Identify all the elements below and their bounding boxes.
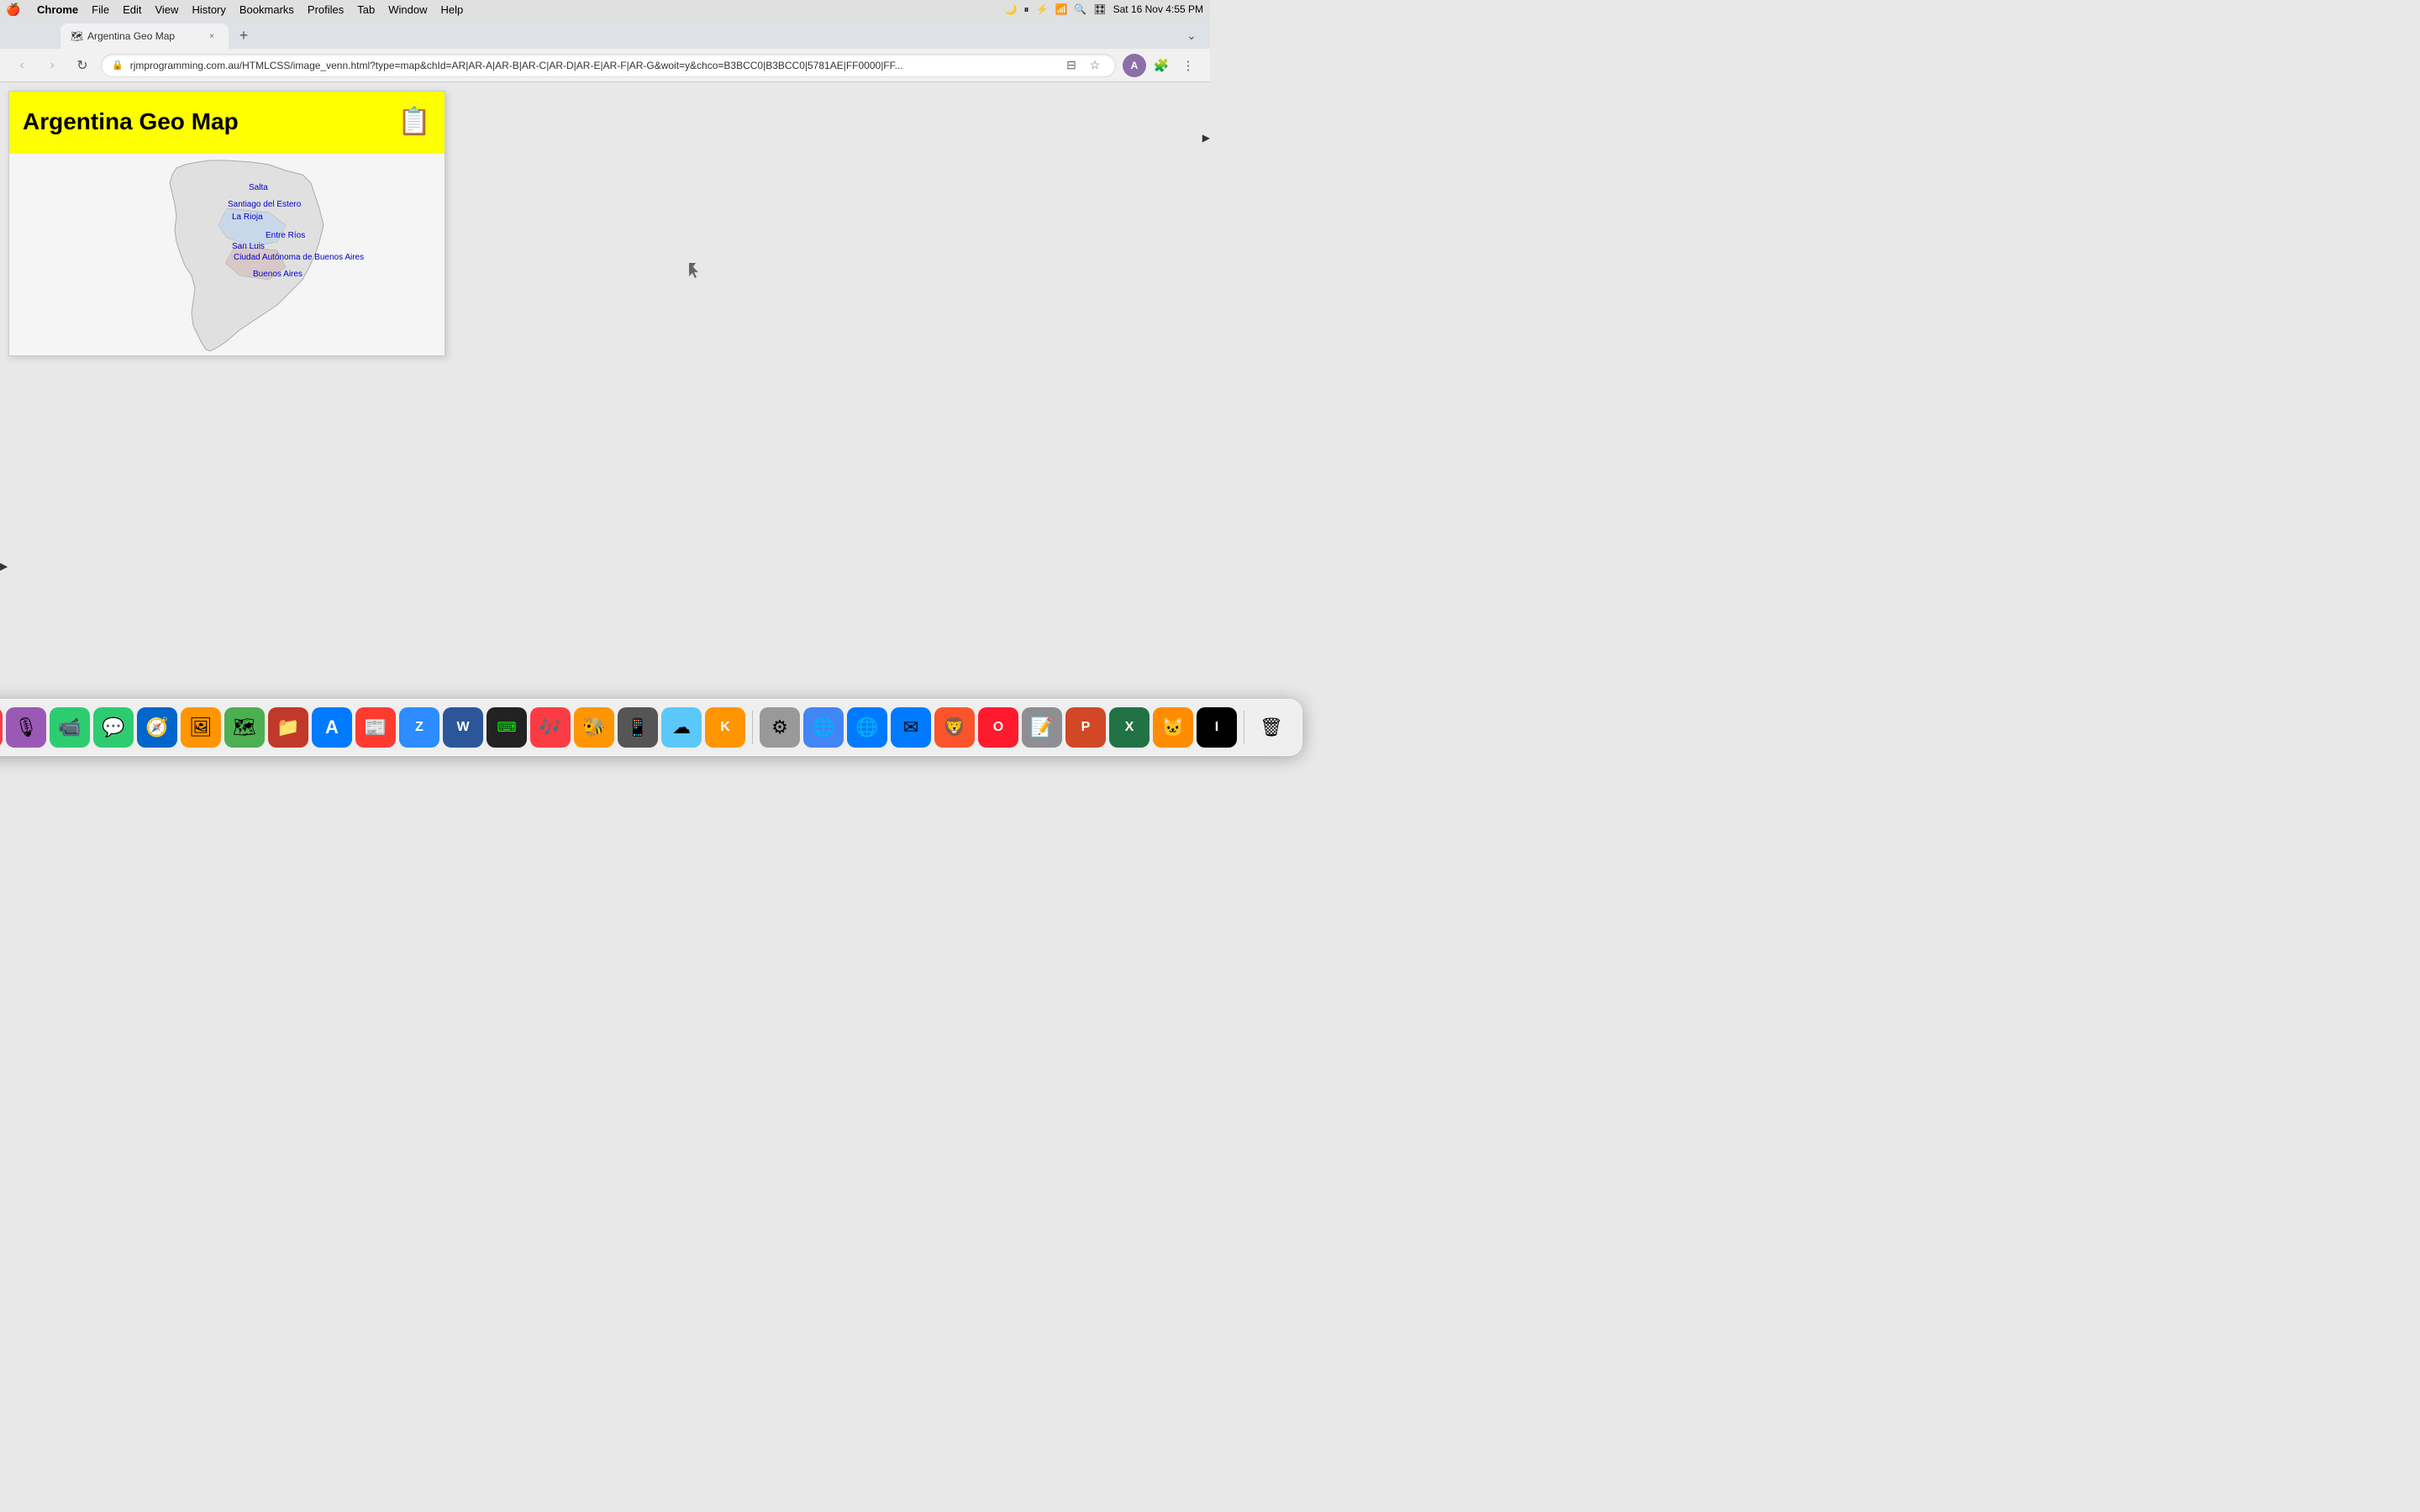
menubar: 🍎 Chrome File Edit View History Bookmark… [0, 0, 1210, 18]
dock-appstore[interactable]: A [312, 707, 352, 748]
chrome-window: 🗺 Argentina Geo Map × + ⌄ ‹ › ↻ 🔒 rjmpro… [0, 18, 1210, 756]
dock-filezilla[interactable]: 📁 [268, 707, 308, 748]
back-button[interactable]: ‹ [10, 54, 34, 77]
dock-photos[interactable]: 🖼 [181, 707, 221, 748]
dock: 🗂 🎵 🎙 📹 💬 🧭 🖼 🗺 📁 A 📰 Z W ⌨ 🎶 🐝 📱 ☁ K ⚙ … [0, 699, 1302, 756]
menu-history[interactable]: History [185, 0, 232, 18]
dock-itunes[interactable]: 🎶 [530, 707, 571, 748]
menu-bookmarks[interactable]: Bookmarks [233, 0, 301, 18]
url-actions: ⊟ ☆ [1061, 55, 1105, 76]
dock-safari[interactable]: 🧭 [137, 707, 177, 748]
dock-podcasts[interactable]: 🎙 [6, 707, 46, 748]
page-header: Argentina Geo Map 📋 [9, 92, 445, 154]
map-label-santiago: Santiago del Estero [228, 200, 301, 209]
url-text: rjmprogramming.com.au/HTMLCSS/image_venn… [130, 60, 1055, 71]
page-title: Argentina Geo Map [23, 108, 239, 135]
reload-button[interactable]: ↻ [71, 54, 94, 77]
menu-edit[interactable]: Edit [116, 0, 148, 18]
dock-mail[interactable]: ✉ [891, 707, 931, 748]
menu-tab[interactable]: Tab [350, 0, 381, 18]
extensions-button[interactable]: 🧩 [1150, 54, 1173, 77]
moon-icon[interactable]: 🌙 [1005, 3, 1018, 15]
ssl-lock-icon: 🔒 [112, 60, 124, 71]
scroll-arrow-top: ▶ [1202, 133, 1210, 143]
forward-button[interactable]: › [40, 54, 64, 77]
dock-separator [752, 711, 753, 744]
tab-title-label: Argentina Geo Map [87, 30, 200, 42]
tab-favicon-icon: 🗺 [71, 30, 82, 42]
reader-mode-button[interactable]: ⊟ [1061, 55, 1081, 76]
chrome-menu-button[interactable]: ⋮ [1176, 54, 1200, 77]
webpage-frame: Argentina Geo Map 📋 Salta San [8, 91, 445, 356]
dock-maps[interactable]: 🗺 [224, 707, 265, 748]
menubar-left: 🍎 Chrome File Edit View History Bookmark… [7, 0, 470, 18]
dock-zoom[interactable]: Z [399, 707, 439, 748]
dock-word[interactable]: W [443, 707, 483, 748]
dock-scratch[interactable]: 🐱 [1153, 707, 1193, 748]
datetime-display: Sat 16 Nov 4:55 PM [1113, 3, 1203, 15]
dock-chrome[interactable]: 🌐 [803, 707, 844, 748]
menu-file[interactable]: File [85, 0, 116, 18]
url-bar[interactable]: 🔒 rjmprogramming.com.au/HTMLCSS/image_ve… [101, 54, 1116, 77]
dock-bearbee[interactable]: 🐝 [574, 707, 614, 748]
menu-chrome[interactable]: Chrome [30, 0, 85, 18]
tab-close-button[interactable]: × [205, 29, 218, 43]
map-label-san-luis: San Luis [232, 242, 265, 251]
scroll-arrow-bottom: ▶ [0, 561, 8, 571]
address-bar: ‹ › ↻ 🔒 rjmprogramming.com.au/HTMLCSS/im… [0, 49, 1210, 82]
apple-logo-icon[interactable]: 🍎 [7, 3, 20, 16]
map-label-entre-rios: Entre Ríos [266, 231, 305, 240]
menu-profiles[interactable]: Profiles [301, 0, 350, 18]
dock-news[interactable]: 📰 [355, 707, 396, 748]
search-icon[interactable]: 🔍 [1074, 3, 1086, 15]
map-label-buenos-aires-city: Ciudad Autónoma de Buenos Aires [234, 253, 364, 262]
dock-facetime[interactable]: 📹 [50, 707, 90, 748]
tab-bar-menu-button[interactable]: ⌄ [1180, 24, 1203, 47]
dock-music[interactable]: 🎵 [0, 707, 3, 748]
dock-system-prefs[interactable]: ⚙ [760, 707, 800, 748]
wifi-icon[interactable]: 📶 [1055, 3, 1067, 15]
dock-powerpoint[interactable]: P [1065, 707, 1106, 748]
bookmark-star-button[interactable]: ☆ [1085, 55, 1105, 76]
menubar-right: 🌙 ⏸ ⚡ 📶 🔍 🎛 Sat 16 Nov 4:55 PM [1005, 3, 1203, 16]
dock-brave[interactable]: 🦁 [934, 707, 975, 748]
control-center-icon[interactable]: 🎛 [1093, 3, 1106, 15]
mouse-cursor [689, 263, 706, 280]
page-icon: 📋 [397, 105, 431, 137]
dock-safari2[interactable]: 🌐 [847, 707, 887, 748]
menu-view[interactable]: View [148, 0, 185, 18]
new-tab-button[interactable]: + [232, 24, 255, 47]
content-area: ▶ ▶ Argentina Geo Map 📋 [0, 82, 1210, 756]
menu-help[interactable]: Help [434, 0, 471, 18]
battery-icon[interactable]: ⚡ [1036, 3, 1049, 15]
map-label-la-rioja: La Rioja [232, 213, 263, 222]
tab-bar: 🗺 Argentina Geo Map × + ⌄ [0, 18, 1210, 49]
map-area: Salta Santiago del Estero La Rioja Entre… [9, 154, 445, 355]
dock-opera[interactable]: O [978, 707, 1018, 748]
dock-intellij[interactable]: I [1197, 707, 1237, 748]
dock-messages[interactable]: 💬 [93, 707, 134, 748]
tab-bar-end: ⌄ [1180, 24, 1203, 47]
map-svg [9, 154, 445, 355]
map-label-salta: Salta [249, 183, 268, 192]
dock-icloud[interactable]: ☁ [661, 707, 702, 748]
address-bar-right: A 🧩 ⋮ [1123, 54, 1200, 77]
dock-keynote[interactable]: K [705, 707, 745, 748]
media-play-icon[interactable]: ⏸ [1024, 3, 1029, 16]
profile-button[interactable]: A [1123, 54, 1146, 77]
dock-trash[interactable]: 🗑 [1251, 707, 1292, 748]
map-label-buenos-aires: Buenos Aires [253, 270, 302, 279]
dock-iphone[interactable]: 📱 [618, 707, 658, 748]
dock-iterm[interactable]: ⌨ [487, 707, 527, 748]
dock-textedit[interactable]: 📝 [1022, 707, 1062, 748]
menu-window[interactable]: Window [381, 0, 434, 18]
dock-excel[interactable]: X [1109, 707, 1150, 748]
active-tab[interactable]: 🗺 Argentina Geo Map × [60, 24, 229, 49]
